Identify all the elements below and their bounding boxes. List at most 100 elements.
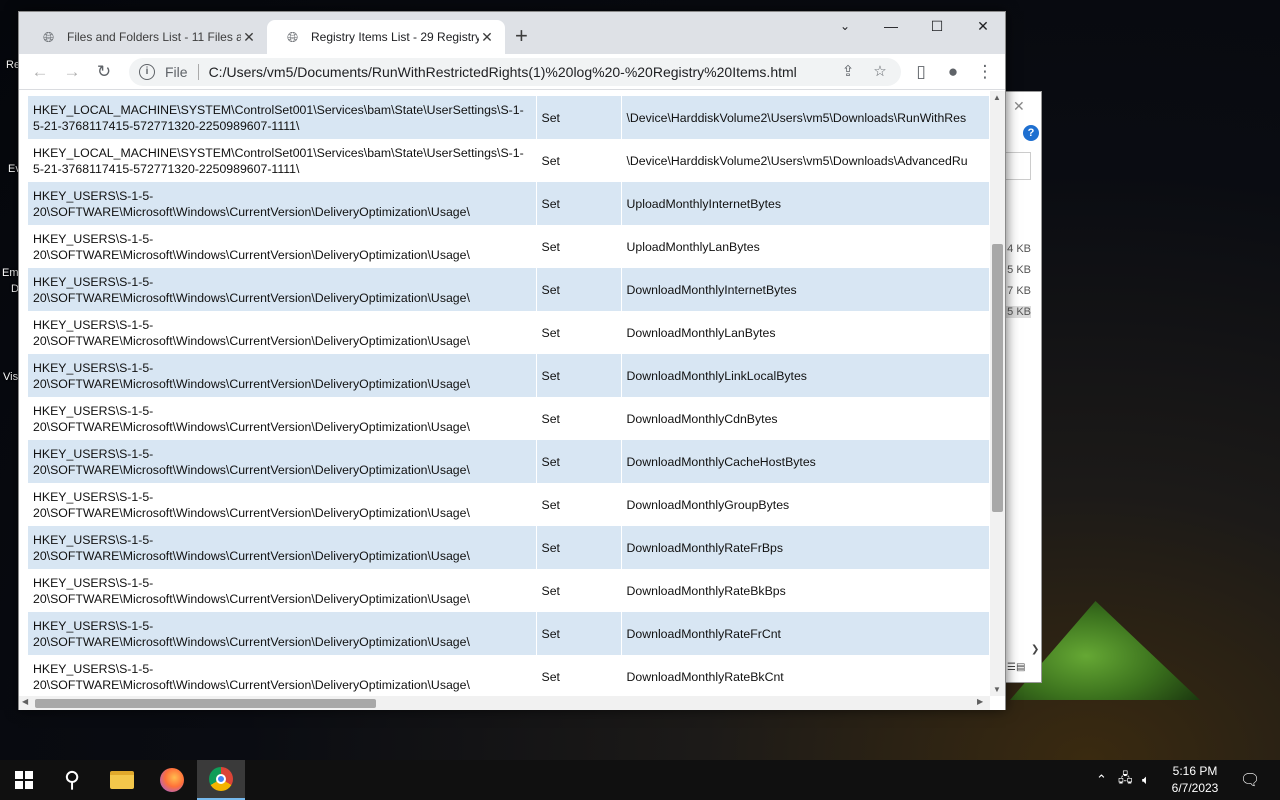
- maximize-icon[interactable]: ☐: [914, 12, 960, 40]
- action-cell: Set: [536, 354, 622, 397]
- scroll-right-icon[interactable]: ▶: [977, 697, 983, 706]
- registry-key-cell: HKEY_USERS\S-1-5-20\SOFTWARE\Microsoft\W…: [28, 655, 537, 698]
- file-size: 5 KB: [1007, 264, 1031, 276]
- registry-key-cell: HKEY_USERS\S-1-5-20\SOFTWARE\Microsoft\W…: [28, 311, 537, 354]
- scroll-left-icon[interactable]: ◀: [22, 697, 28, 706]
- scroll-up-icon[interactable]: ▲: [993, 93, 1001, 102]
- action-cell: Set: [536, 268, 622, 311]
- value-name-cell: DownloadMonthlyLinkLocalBytes: [621, 354, 990, 397]
- notifications-icon[interactable]: 🗨︎: [1240, 760, 1260, 800]
- vertical-scrollbar[interactable]: ▲ ▼: [990, 91, 1005, 696]
- firefox-icon[interactable]: [148, 760, 196, 800]
- tab-registry-items[interactable]: 🌐︎ Registry Items List - 29 Registry Ite…: [267, 20, 505, 54]
- registry-items-table: HKEY_LOCAL_MACHINE\SYSTEM\ControlSet001\…: [28, 96, 990, 698]
- chrome-icon[interactable]: [197, 760, 245, 800]
- table-row[interactable]: HKEY_USERS\S-1-5-20\SOFTWARE\Microsoft\W…: [28, 182, 990, 225]
- registry-key-cell: HKEY_USERS\S-1-5-20\SOFTWARE\Microsoft\W…: [28, 397, 537, 440]
- action-cell: Set: [536, 96, 622, 139]
- action-cell: Set: [536, 139, 622, 182]
- table-row[interactable]: HKEY_USERS\S-1-5-20\SOFTWARE\Microsoft\W…: [28, 655, 990, 698]
- info-icon[interactable]: i: [139, 64, 155, 80]
- globe-icon: 🌐︎: [287, 29, 299, 45]
- new-tab-button[interactable]: +: [515, 24, 528, 48]
- volume-muted-icon[interactable]: 🔈︎: [1142, 760, 1150, 800]
- registry-key-cell: HKEY_USERS\S-1-5-20\SOFTWARE\Microsoft\W…: [28, 268, 537, 311]
- action-cell: Set: [536, 397, 622, 440]
- file-explorer-icon[interactable]: [98, 760, 146, 800]
- page-content[interactable]: HKEY_LOCAL_MACHINE\SYSTEM\ControlSet001\…: [19, 91, 1005, 710]
- back-arrow-icon[interactable]: ←: [28, 60, 52, 84]
- background-explorer-window[interactable]: ✕ ? 4 KB 5 KB 7 KB 5 KB ❯ ☰▤: [1000, 91, 1042, 683]
- close-icon[interactable]: ✕: [1013, 98, 1025, 115]
- table-row[interactable]: HKEY_USERS\S-1-5-20\SOFTWARE\Microsoft\W…: [28, 440, 990, 483]
- windows-logo-icon: [15, 771, 33, 789]
- value-name-cell: DownloadMonthlyCacheHostBytes: [621, 440, 990, 483]
- action-cell: Set: [536, 440, 622, 483]
- table-row[interactable]: HKEY_USERS\S-1-5-20\SOFTWARE\Microsoft\W…: [28, 569, 990, 612]
- menu-kebab-icon[interactable]: ⋮: [973, 60, 997, 84]
- table-row[interactable]: HKEY_USERS\S-1-5-20\SOFTWARE\Microsoft\W…: [28, 397, 990, 440]
- value-name-cell: DownloadMonthlyInternetBytes: [621, 268, 990, 311]
- table-row[interactable]: HKEY_LOCAL_MACHINE\SYSTEM\ControlSet001\…: [28, 139, 990, 182]
- action-cell: Set: [536, 655, 622, 698]
- close-window-icon[interactable]: ✕: [960, 12, 1006, 40]
- file-size: 7 KB: [1007, 285, 1031, 297]
- search-box[interactable]: [1005, 152, 1031, 180]
- action-cell: Set: [536, 569, 622, 612]
- value-name-cell: DownloadMonthlyGroupBytes: [621, 483, 990, 526]
- scroll-right-icon[interactable]: ❯: [1031, 644, 1039, 655]
- registry-key-cell: HKEY_USERS\S-1-5-20\SOFTWARE\Microsoft\W…: [28, 569, 537, 612]
- value-name-cell: DownloadMonthlyRateBkCnt: [621, 655, 990, 698]
- horizontal-scroll-thumb[interactable]: [35, 699, 376, 708]
- tab-title: Registry Items List - 29 Registry Items: [311, 30, 479, 44]
- horizontal-scrollbar[interactable]: ◀ ▶: [19, 696, 990, 710]
- tab-strip: 🌐︎ Files and Folders List - 11 Files and…: [19, 12, 1005, 54]
- table-row[interactable]: HKEY_USERS\S-1-5-20\SOFTWARE\Microsoft\W…: [28, 483, 990, 526]
- value-name-cell: UploadMonthlyLanBytes: [621, 225, 990, 268]
- value-name-cell: \Device\HarddiskVolume2\Users\vm5\Downlo…: [621, 96, 990, 139]
- close-tab-icon[interactable]: ✕: [241, 29, 257, 46]
- table-row[interactable]: HKEY_USERS\S-1-5-20\SOFTWARE\Microsoft\W…: [28, 354, 990, 397]
- globe-icon: 🌐︎: [43, 29, 55, 45]
- value-name-cell: DownloadMonthlyLanBytes: [621, 311, 990, 354]
- file-size: 5 KB: [1003, 306, 1031, 318]
- url-text[interactable]: C:/Users/vm5/Documents/RunWithRestricted…: [209, 64, 797, 80]
- value-name-cell: \Device\HarddiskVolume2\Users\vm5\Downlo…: [621, 139, 990, 182]
- forward-arrow-icon[interactable]: →: [60, 60, 84, 84]
- table-row[interactable]: HKEY_LOCAL_MACHINE\SYSTEM\ControlSet001\…: [28, 96, 990, 139]
- registry-key-cell: HKEY_USERS\S-1-5-20\SOFTWARE\Microsoft\W…: [28, 440, 537, 483]
- vertical-scroll-thumb[interactable]: [992, 244, 1003, 512]
- table-row[interactable]: HKEY_USERS\S-1-5-20\SOFTWARE\Microsoft\W…: [28, 612, 990, 655]
- action-cell: Set: [536, 612, 622, 655]
- clock-time: 5:16 PM: [1172, 764, 1218, 778]
- table-row[interactable]: HKEY_USERS\S-1-5-20\SOFTWARE\Microsoft\W…: [28, 311, 990, 354]
- registry-key-cell: HKEY_USERS\S-1-5-20\SOFTWARE\Microsoft\W…: [28, 526, 537, 569]
- minimize-icon[interactable]: —: [868, 12, 914, 40]
- tab-files-and-folders[interactable]: 🌐︎ Files and Folders List - 11 Files and…: [23, 20, 267, 54]
- protocol-label: File: [165, 64, 199, 80]
- side-panel-icon[interactable]: ▯: [909, 60, 933, 84]
- profile-avatar-icon[interactable]: ●: [941, 60, 965, 84]
- search-icon[interactable]: ⚲: [48, 760, 96, 800]
- start-button[interactable]: [0, 760, 48, 800]
- bookmark-star-icon[interactable]: ☆: [870, 62, 890, 82]
- scroll-down-icon[interactable]: ▼: [993, 685, 1001, 694]
- browser-window[interactable]: 🌐︎ Files and Folders List - 11 Files and…: [18, 11, 1006, 710]
- system-clock[interactable]: 5:16 PM 6/7/2023: [1160, 763, 1230, 797]
- table-row[interactable]: HKEY_USERS\S-1-5-20\SOFTWARE\Microsoft\W…: [28, 268, 990, 311]
- close-tab-icon[interactable]: ✕: [479, 29, 495, 46]
- network-icon[interactable]: 🖧︎: [1118, 760, 1133, 800]
- registry-key-cell: HKEY_USERS\S-1-5-20\SOFTWARE\Microsoft\W…: [28, 612, 537, 655]
- reload-icon[interactable]: ↻: [92, 60, 116, 84]
- table-row[interactable]: HKEY_USERS\S-1-5-20\SOFTWARE\Microsoft\W…: [28, 225, 990, 268]
- view-mode-icon[interactable]: ☰▤: [1007, 662, 1025, 673]
- value-name-cell: UploadMonthlyInternetBytes: [621, 182, 990, 225]
- table-row[interactable]: HKEY_USERS\S-1-5-20\SOFTWARE\Microsoft\W…: [28, 526, 990, 569]
- show-hidden-icons-chevron-icon[interactable]: ⌃: [1096, 760, 1107, 800]
- registry-key-cell: HKEY_USERS\S-1-5-20\SOFTWARE\Microsoft\W…: [28, 182, 537, 225]
- address-bar[interactable]: i File C:/Users/vm5/Documents/RunWithRes…: [129, 58, 901, 86]
- tab-search-icon[interactable]: ⌄: [822, 12, 868, 40]
- value-name-cell: DownloadMonthlyRateBkBps: [621, 569, 990, 612]
- help-icon[interactable]: ?: [1023, 125, 1039, 141]
- share-icon[interactable]: ⇪: [838, 62, 858, 82]
